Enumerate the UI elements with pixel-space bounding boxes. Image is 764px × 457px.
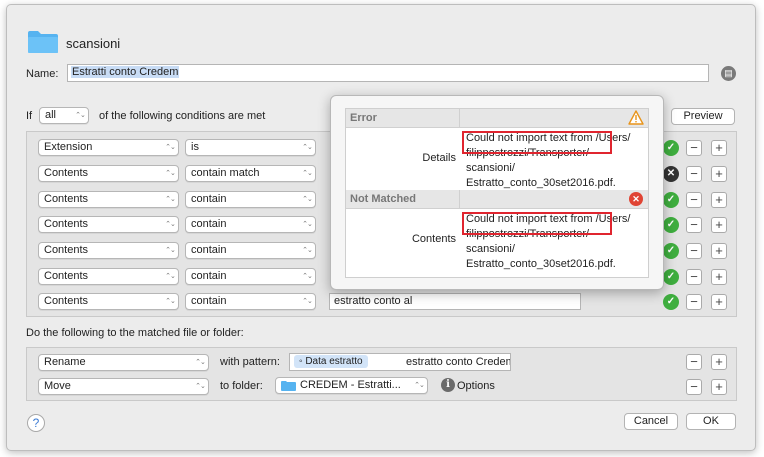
match-mode-select[interactable]: all [39,107,89,124]
remove-action-button[interactable]: − [686,379,702,395]
section-title: Not Matched [350,193,416,205]
remove-condition-button[interactable]: − [686,192,702,208]
highlight-box [462,212,612,235]
ok-button[interactable]: OK [686,413,736,430]
name-field[interactable]: Estratti conto Credem [67,64,709,82]
folder-name: scansioni [66,36,121,51]
rule-editor-window: scansioni Name: Estratti conto Credem ▤ … [6,4,756,451]
if-label: If [26,110,33,122]
check-icon: ✓ [663,269,679,285]
folder-select[interactable]: CREDEM - Estratti... [275,377,428,394]
add-condition-button[interactable]: + [711,294,727,310]
pattern-token-label: Data estratto [305,356,363,367]
condition-attribute-select[interactable]: Extension [38,139,179,156]
condition-value-field[interactable]: estratto conto al [329,293,581,310]
add-condition-button[interactable]: + [711,140,727,156]
contents-line: Estratto_conto_30set2016.pdf. [466,258,616,270]
pattern-token[interactable]: ◦ Data estratto [294,355,368,368]
condition-operator-select[interactable]: contain [185,293,316,310]
remove-condition-button[interactable]: − [686,269,702,285]
remove-condition-button[interactable]: − [686,217,702,233]
status-table: Error Details Could not import text from… [345,108,649,278]
folder-icon [28,31,58,53]
preview-button[interactable]: Preview [671,108,735,125]
cancel-button[interactable]: Cancel [624,413,678,430]
details-key: Details [422,152,456,164]
pattern-text: estratto conto Credem [406,356,511,368]
remove-condition-button[interactable]: − [686,166,702,182]
document-icon[interactable]: ▤ [721,66,736,81]
section-header-not-matched: Not Matched ✕ [346,190,648,209]
action-select[interactable]: Rename [38,354,209,371]
pattern-field[interactable]: ◦ Data estratto estratto conto Credem [289,353,511,371]
condition-operator-select[interactable]: is [185,139,316,156]
condition-attribute-select[interactable]: Contents [38,165,179,182]
condition-attribute-select[interactable]: Contents [38,191,179,208]
clear-icon[interactable]: ✕ [663,166,679,182]
check-icon: ✓ [663,294,679,310]
add-action-button[interactable]: + [711,354,727,370]
add-action-button[interactable]: + [711,379,727,395]
folder-select-label: CREDEM - Estratti... [300,379,401,391]
help-button[interactable]: ? [27,414,45,432]
condition-attribute-select[interactable]: Contents [38,293,179,310]
info-icon[interactable]: i [441,378,455,392]
action-connector: to folder: [220,380,263,392]
error-icon: ✕ [629,192,643,206]
conditions-header-text: of the following conditions are met [99,110,266,122]
add-condition-button[interactable]: + [711,166,727,182]
highlight-box [462,131,612,154]
condition-operator-select[interactable]: contain [185,191,316,208]
actions-list: Rename with pattern: ◦ Data estratto est… [26,347,737,401]
remove-condition-button[interactable]: − [686,294,702,310]
folder-icon [281,381,296,391]
contents-line: scansioni/ [466,243,515,255]
check-icon: ✓ [663,140,679,156]
options-link[interactable]: Options [457,380,495,392]
details-line: scansioni/ [466,162,515,174]
column-divider [459,109,460,127]
remove-condition-button[interactable]: − [686,243,702,259]
remove-action-button[interactable]: − [686,354,702,370]
action-select[interactable]: Move [38,378,209,395]
add-condition-button[interactable]: + [711,217,727,233]
condition-attribute-select[interactable]: Contents [38,242,179,259]
add-condition-button[interactable]: + [711,269,727,285]
condition-attribute-select[interactable]: Contents [38,216,179,233]
condition-operator-select[interactable]: contain [185,242,316,259]
action-connector: with pattern: [220,356,280,368]
warning-icon [628,110,644,125]
name-value: Estratti conto Credem [71,66,180,78]
column-divider [459,190,460,208]
check-icon: ✓ [663,217,679,233]
remove-condition-button[interactable]: − [686,140,702,156]
actions-header: Do the following to the matched file or … [26,327,244,339]
name-label: Name: [26,68,59,80]
check-icon: ✓ [663,243,679,259]
check-icon: ✓ [663,192,679,208]
condition-operator-select[interactable]: contain match [185,165,316,182]
status-popover: Error Details Could not import text from… [330,95,664,290]
condition-attribute-select[interactable]: Contents [38,268,179,285]
condition-operator-select[interactable]: contain [185,216,316,233]
condition-operator-select[interactable]: contain [185,268,316,285]
add-condition-button[interactable]: + [711,192,727,208]
add-condition-button[interactable]: + [711,243,727,259]
details-line: Estratto_conto_30set2016.pdf. [466,177,616,189]
section-title: Error [350,112,377,124]
section-header-error: Error [346,109,648,128]
contents-key: Contents [411,233,456,245]
